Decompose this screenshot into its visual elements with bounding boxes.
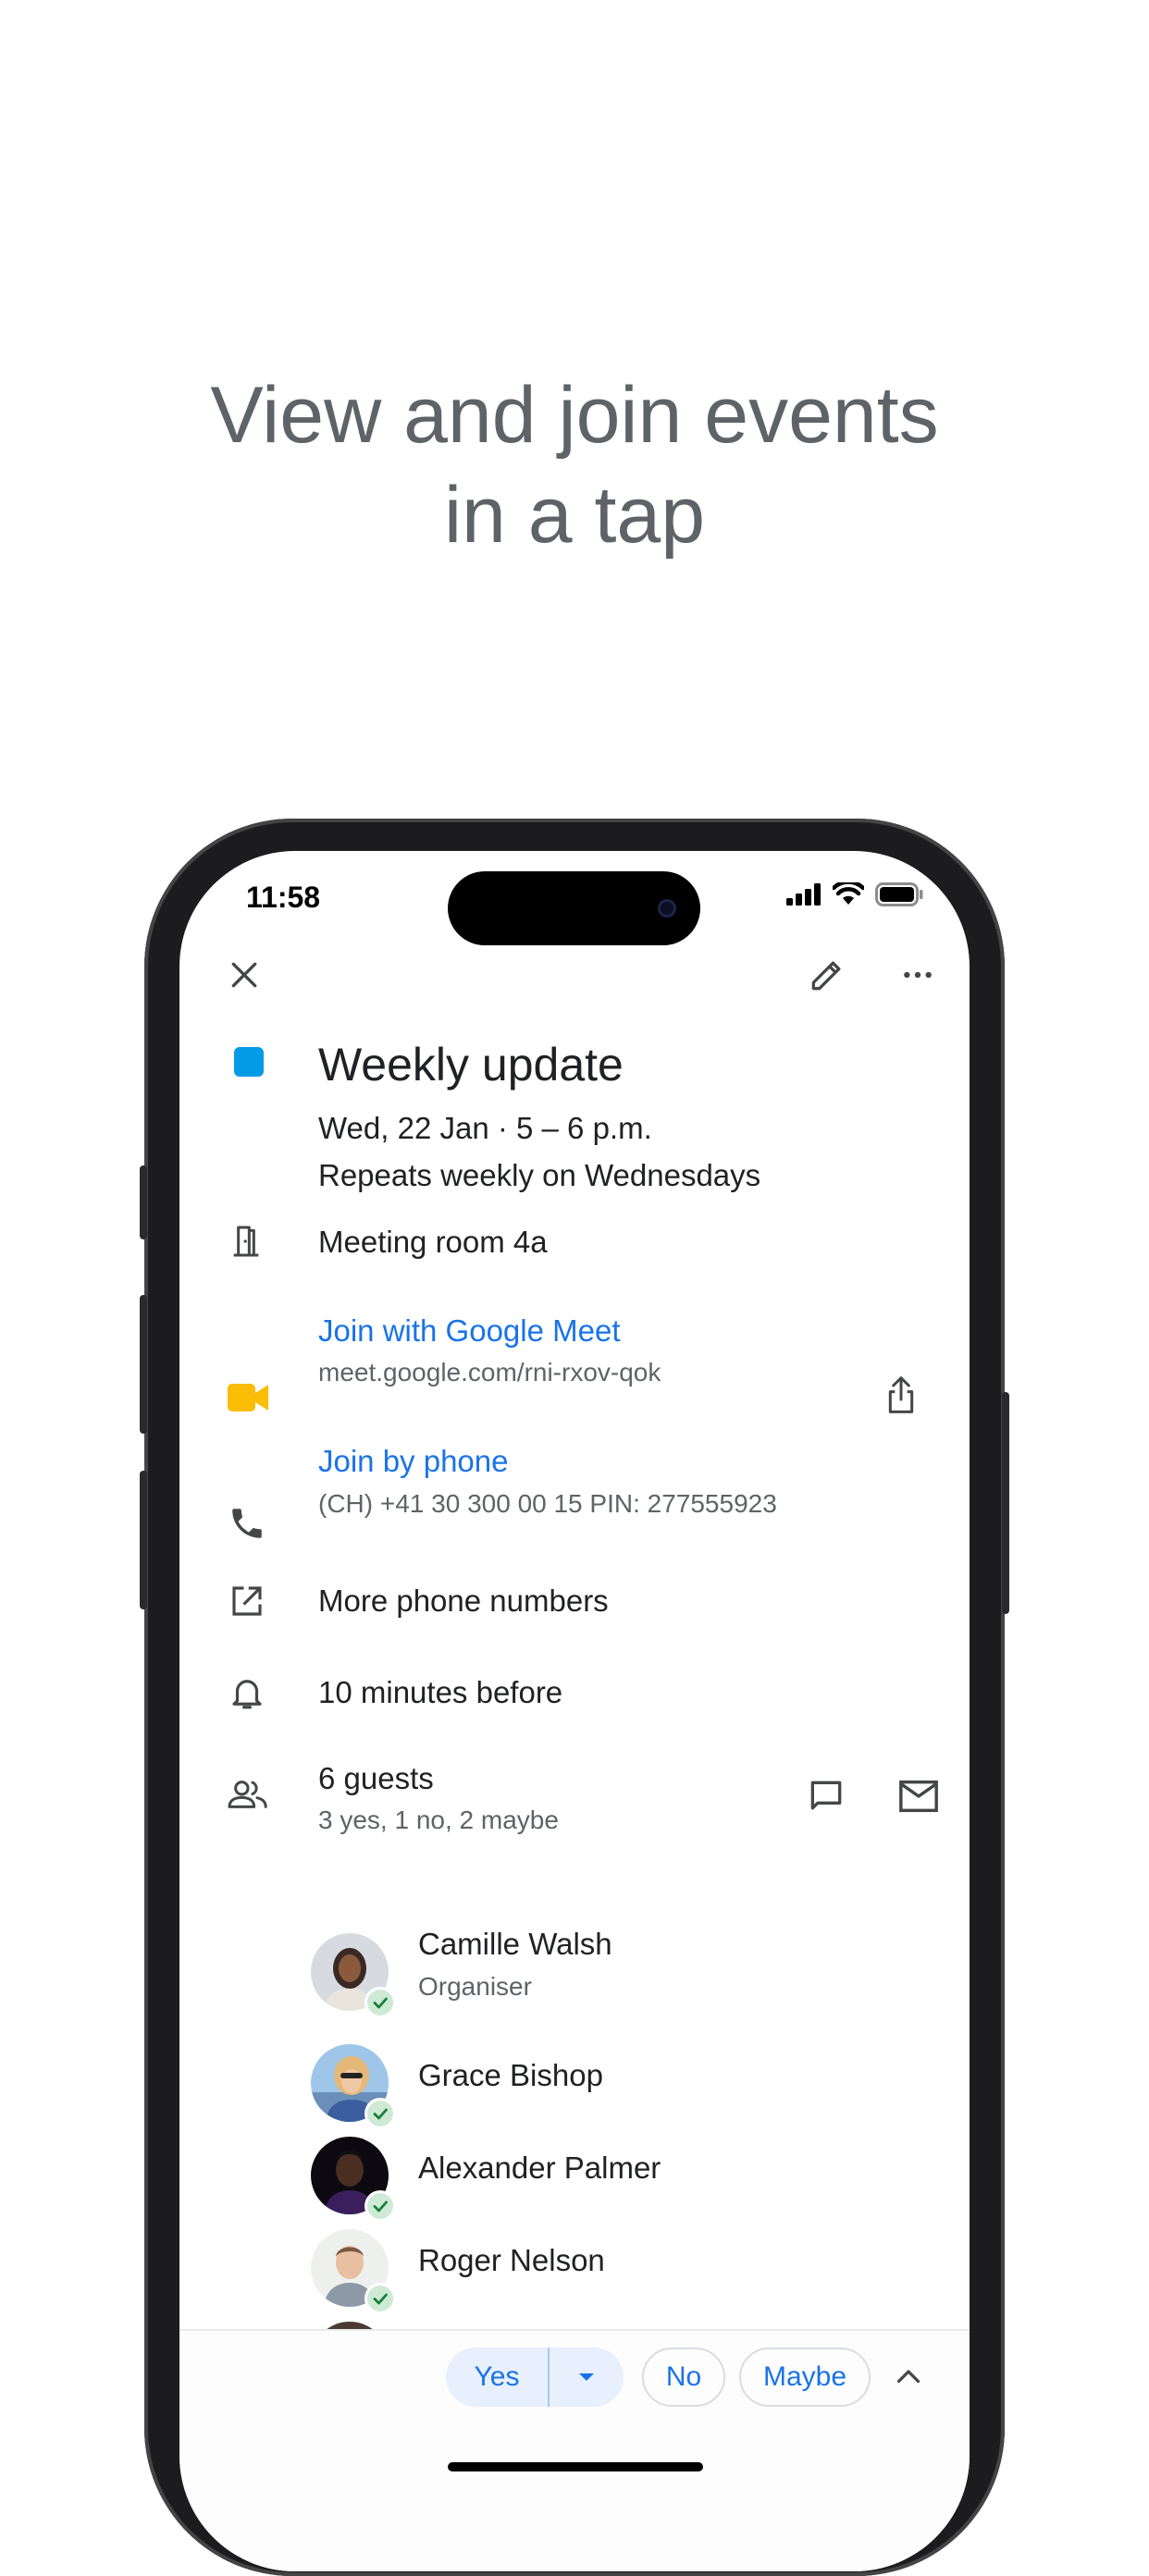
status-time: 11:58 <box>246 881 321 914</box>
guest-name: Roger Nelson <box>418 2243 605 2277</box>
phone-number-pin: (CH) +41 30 300 00 15 PIN: 277555923 <box>318 1489 777 1518</box>
accepted-badge <box>364 2190 396 2222</box>
phone-icon <box>228 1504 266 1543</box>
rsvp-bar: Yes No Maybe <box>179 2329 970 2571</box>
dynamic-island <box>448 871 700 945</box>
guest-item[interactable] <box>311 2044 399 2132</box>
guest-item[interactable] <box>311 2229 399 2317</box>
close-icon[interactable] <box>226 956 263 993</box>
front-camera <box>658 899 676 918</box>
guest-name: Alexander Palmer <box>418 2151 661 2185</box>
chevron-up-icon[interactable] <box>892 2360 925 2394</box>
power-button <box>1002 1392 1009 1614</box>
rsvp-no-label: No <box>665 2361 702 2392</box>
battery-icon <box>875 882 923 906</box>
headline-line-1: View and join events <box>210 371 939 460</box>
meet-url: meet.google.com/rni-rxov-qok <box>318 1358 661 1387</box>
headline: View and join events in a tap <box>0 365 1149 565</box>
door-icon <box>228 1221 265 1262</box>
guests-summary: 3 yes, 1 no, 2 maybe <box>318 1806 559 1834</box>
join-by-phone-link[interactable]: Join by phone <box>318 1444 509 1479</box>
guest-item[interactable] <box>311 2137 399 2225</box>
mail-icon[interactable] <box>897 1778 940 1815</box>
share-icon[interactable] <box>883 1373 920 1417</box>
home-indicator[interactable] <box>448 2462 703 2471</box>
event-recurrence: Repeats weekly on Wednesdays <box>318 1158 761 1192</box>
phone-screen: 11:58 Weekly update Wed, 22 Jan · 5 – 6 … <box>179 851 970 2571</box>
event-reminder: 10 minutes before <box>318 1675 563 1709</box>
rsvp-yes-label: Yes <box>474 2361 520 2392</box>
rsvp-maybe-label: Maybe <box>762 2361 847 2392</box>
rsvp-yes-button[interactable]: Yes <box>446 2348 548 2407</box>
guest-item[interactable] <box>311 1933 399 2021</box>
action-button <box>140 1165 147 1239</box>
guest-name: Camille Walsh <box>418 1927 612 1961</box>
bell-icon <box>228 1672 266 1713</box>
google-meet-icon <box>228 1382 270 1413</box>
volume-down-button <box>140 1471 147 1609</box>
guests-count: 6 guests <box>318 1761 434 1795</box>
headline-line-2: in a tap <box>443 471 706 560</box>
people-icon <box>226 1776 270 1813</box>
wifi-icon <box>833 882 864 905</box>
cellular-signal-icon <box>786 883 821 906</box>
accepted-badge <box>364 2283 396 2314</box>
accepted-badge <box>364 2098 396 2129</box>
chat-icon[interactable] <box>805 1776 847 1817</box>
volume-up-button <box>140 1295 147 1434</box>
more-horizontal-icon[interactable] <box>897 956 938 993</box>
guest-name: Grace Bishop <box>418 2058 603 2092</box>
event-color-swatch <box>234 1047 264 1077</box>
caret-down-icon <box>579 2373 594 2381</box>
rsvp-options-button[interactable] <box>550 2348 624 2407</box>
open-external-icon <box>228 1582 266 1621</box>
event-datetime: Wed, 22 Jan · 5 – 6 p.m. <box>318 1111 652 1145</box>
pencil-icon[interactable] <box>807 955 847 995</box>
guest-role: Organiser <box>418 1972 532 2001</box>
more-phone-numbers[interactable]: More phone numbers <box>318 1584 609 1619</box>
event-title: Weekly update <box>318 1039 624 1091</box>
join-meet-link[interactable]: Join with Google Meet <box>318 1313 621 1349</box>
rsvp-maybe-button[interactable]: Maybe <box>739 2348 871 2407</box>
event-location: Meeting room 4a <box>318 1225 548 1259</box>
status-icons <box>786 882 923 906</box>
rsvp-no-button[interactable]: No <box>642 2348 725 2407</box>
accepted-badge <box>364 1987 396 2018</box>
